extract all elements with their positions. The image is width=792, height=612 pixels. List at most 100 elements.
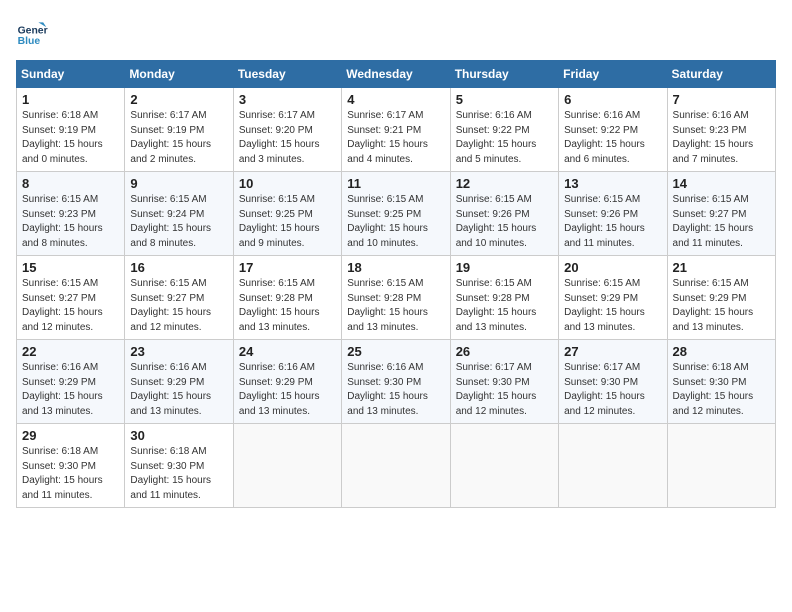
calendar-cell: 19 Sunrise: 6:15 AMSunset: 9:28 PMDayligh… <box>450 256 558 340</box>
calendar-cell: 8Sunrise: 6:15 AMSunset: 9:23 PMDaylight… <box>17 172 125 256</box>
day-info: Sunrise: 6:18 AMSunset: 9:19 PMDaylight:… <box>22 109 119 167</box>
day-number: 18 <box>347 260 444 275</box>
calendar-cell: 12 Sunrise: 6:15 AMSunset: 9:26 PMDayligh… <box>450 172 558 256</box>
calendar-cell: 26 Sunrise: 6:17 AMSunset: 9:30 PMDayligh… <box>450 340 558 424</box>
day-info: Sunrise: 6:15 AMSunset: 9:28 PMDaylight:… <box>239 277 336 335</box>
day-info: Sunrise: 6:16 AMSunset: 9:30 PMDaylight:… <box>347 361 444 419</box>
svg-text:Blue: Blue <box>18 36 41 47</box>
day-info: Sunrise: 6:15 AMSunset: 9:24 PMDaylight:… <box>130 193 227 251</box>
day-info: Sunrise: 6:15 AMSunset: 9:28 PMDaylight:… <box>347 277 444 335</box>
week-row-2: 15 Sunrise: 6:15 AMSunset: 9:27 PMDayligh… <box>17 256 776 340</box>
calendar-cell: 10 Sunrise: 6:15 AMSunset: 9:25 PMDayligh… <box>233 172 341 256</box>
calendar-cell: 15 Sunrise: 6:15 AMSunset: 9:27 PMDayligh… <box>17 256 125 340</box>
day-number: 4 <box>347 92 444 107</box>
day-info: Sunrise: 6:16 AMSunset: 9:29 PMDaylight:… <box>22 361 119 419</box>
calendar-cell: 5 Sunrise: 6:16 AMSunset: 9:22 PMDaylight… <box>450 88 558 172</box>
header-day-wednesday: Wednesday <box>342 61 450 88</box>
day-info: Sunrise: 6:15 AMSunset: 9:25 PMDaylight:… <box>239 193 336 251</box>
day-number: 3 <box>239 92 336 107</box>
day-number: 28 <box>673 344 770 359</box>
calendar-cell <box>233 424 341 508</box>
svg-text:General: General <box>18 26 48 37</box>
day-info: Sunrise: 6:15 AMSunset: 9:26 PMDaylight:… <box>456 193 553 251</box>
day-info: Sunrise: 6:17 AMSunset: 9:21 PMDaylight:… <box>347 109 444 167</box>
day-info: Sunrise: 6:15 AMSunset: 9:25 PMDaylight:… <box>347 193 444 251</box>
week-row-0: 1 Sunrise: 6:18 AMSunset: 9:19 PMDaylight… <box>17 88 776 172</box>
calendar-cell: 25 Sunrise: 6:16 AMSunset: 9:30 PMDayligh… <box>342 340 450 424</box>
day-number: 22 <box>22 344 119 359</box>
day-number: 11 <box>347 176 444 191</box>
header-row: SundayMondayTuesdayWednesdayThursdayFrid… <box>17 61 776 88</box>
day-number: 29 <box>22 428 119 443</box>
calendar-cell: 7 Sunrise: 6:16 AMSunset: 9:23 PMDaylight… <box>667 88 775 172</box>
day-number: 6 <box>564 92 661 107</box>
day-number: 19 <box>456 260 553 275</box>
calendar-cell: 29Sunrise: 6:18 AMSunset: 9:30 PMDayligh… <box>17 424 125 508</box>
day-number: 9 <box>130 176 227 191</box>
day-info: Sunrise: 6:17 AMSunset: 9:30 PMDaylight:… <box>456 361 553 419</box>
calendar-cell: 21 Sunrise: 6:15 AMSunset: 9:29 PMDayligh… <box>667 256 775 340</box>
day-number: 15 <box>22 260 119 275</box>
day-number: 17 <box>239 260 336 275</box>
header-day-friday: Friday <box>559 61 667 88</box>
calendar-cell: 22 Sunrise: 6:16 AMSunset: 9:29 PMDayligh… <box>17 340 125 424</box>
calendar-cell: 28Sunrise: 6:18 AMSunset: 9:30 PMDayligh… <box>667 340 775 424</box>
day-info: Sunrise: 6:17 AMSunset: 9:20 PMDaylight:… <box>239 109 336 167</box>
calendar-cell: 13Sunrise: 6:15 AMSunset: 9:26 PMDayligh… <box>559 172 667 256</box>
day-number: 26 <box>456 344 553 359</box>
day-info: Sunrise: 6:15 AMSunset: 9:27 PMDaylight:… <box>673 193 770 251</box>
day-number: 13 <box>564 176 661 191</box>
calendar-cell: 9 Sunrise: 6:15 AMSunset: 9:24 PMDaylight… <box>125 172 233 256</box>
week-row-4: 29 Sunrise: 6:18 AMSunset: 9:30 PMDayligh… <box>17 424 776 508</box>
header-day-thursday: Thursday <box>450 61 558 88</box>
day-info: Sunrise: 6:15 AMSunset: 9:23 PMDaylight:… <box>22 193 119 251</box>
day-number: 21 <box>673 260 770 275</box>
header-day-sunday: Sunday <box>17 61 125 88</box>
day-info: Sunrise: 6:16 AMSunset: 9:22 PMDaylight:… <box>564 109 661 167</box>
calendar-cell <box>559 424 667 508</box>
header-day-monday: Monday <box>125 61 233 88</box>
day-info: Sunrise: 6:15 AMSunset: 9:27 PMDaylight:… <box>130 277 227 335</box>
header-day-tuesday: Tuesday <box>233 61 341 88</box>
day-info: Sunrise: 6:16 AMSunset: 9:23 PMDaylight:… <box>673 109 770 167</box>
day-number: 5 <box>456 92 553 107</box>
day-info: Sunrise: 6:16 AMSunset: 9:29 PMDaylight:… <box>130 361 227 419</box>
day-number: 25 <box>347 344 444 359</box>
week-row-1: 8Sunrise: 6:15 AMSunset: 9:23 PMDaylight… <box>17 172 776 256</box>
day-info: Sunrise: 6:15 AMSunset: 9:28 PMDaylight:… <box>456 277 553 335</box>
day-number: 30 <box>130 428 227 443</box>
day-info: Sunrise: 6:18 AMSunset: 9:30 PMDaylight:… <box>130 445 227 503</box>
calendar-cell: 14 Sunrise: 6:15 AMSunset: 9:27 PMDayligh… <box>667 172 775 256</box>
day-number: 27 <box>564 344 661 359</box>
day-info: Sunrise: 6:16 AMSunset: 9:29 PMDaylight:… <box>239 361 336 419</box>
day-number: 24 <box>239 344 336 359</box>
day-info: Sunrise: 6:15 AMSunset: 9:29 PMDaylight:… <box>673 277 770 335</box>
day-info: Sunrise: 6:17 AMSunset: 9:19 PMDaylight:… <box>130 109 227 167</box>
day-info: Sunrise: 6:16 AMSunset: 9:22 PMDaylight:… <box>456 109 553 167</box>
day-number: 14 <box>673 176 770 191</box>
day-number: 1 <box>22 92 119 107</box>
calendar-cell: 2 Sunrise: 6:17 AMSunset: 9:19 PMDaylight… <box>125 88 233 172</box>
calendar-cell: 24 Sunrise: 6:16 AMSunset: 9:29 PMDayligh… <box>233 340 341 424</box>
calendar-cell <box>342 424 450 508</box>
calendar-cell <box>450 424 558 508</box>
day-number: 2 <box>130 92 227 107</box>
week-row-3: 22 Sunrise: 6:16 AMSunset: 9:29 PMDayligh… <box>17 340 776 424</box>
day-number: 7 <box>673 92 770 107</box>
calendar-cell: 11 Sunrise: 6:15 AMSunset: 9:25 PMDayligh… <box>342 172 450 256</box>
day-number: 10 <box>239 176 336 191</box>
logo-icon: General Blue <box>16 16 48 48</box>
day-number: 20 <box>564 260 661 275</box>
calendar-cell: 23 Sunrise: 6:16 AMSunset: 9:29 PMDayligh… <box>125 340 233 424</box>
day-info: Sunrise: 6:15 AMSunset: 9:27 PMDaylight:… <box>22 277 119 335</box>
day-number: 12 <box>456 176 553 191</box>
calendar-cell: 30 Sunrise: 6:18 AMSunset: 9:30 PMDayligh… <box>125 424 233 508</box>
calendar-cell: 27 Sunrise: 6:17 AMSunset: 9:30 PMDayligh… <box>559 340 667 424</box>
day-number: 16 <box>130 260 227 275</box>
day-info: Sunrise: 6:15 AMSunset: 9:29 PMDaylight:… <box>564 277 661 335</box>
calendar-cell: 17 Sunrise: 6:15 AMSunset: 9:28 PMDayligh… <box>233 256 341 340</box>
calendar-cell: 6 Sunrise: 6:16 AMSunset: 9:22 PMDaylight… <box>559 88 667 172</box>
day-info: Sunrise: 6:17 AMSunset: 9:30 PMDaylight:… <box>564 361 661 419</box>
calendar-cell: 3 Sunrise: 6:17 AMSunset: 9:20 PMDaylight… <box>233 88 341 172</box>
day-number: 23 <box>130 344 227 359</box>
